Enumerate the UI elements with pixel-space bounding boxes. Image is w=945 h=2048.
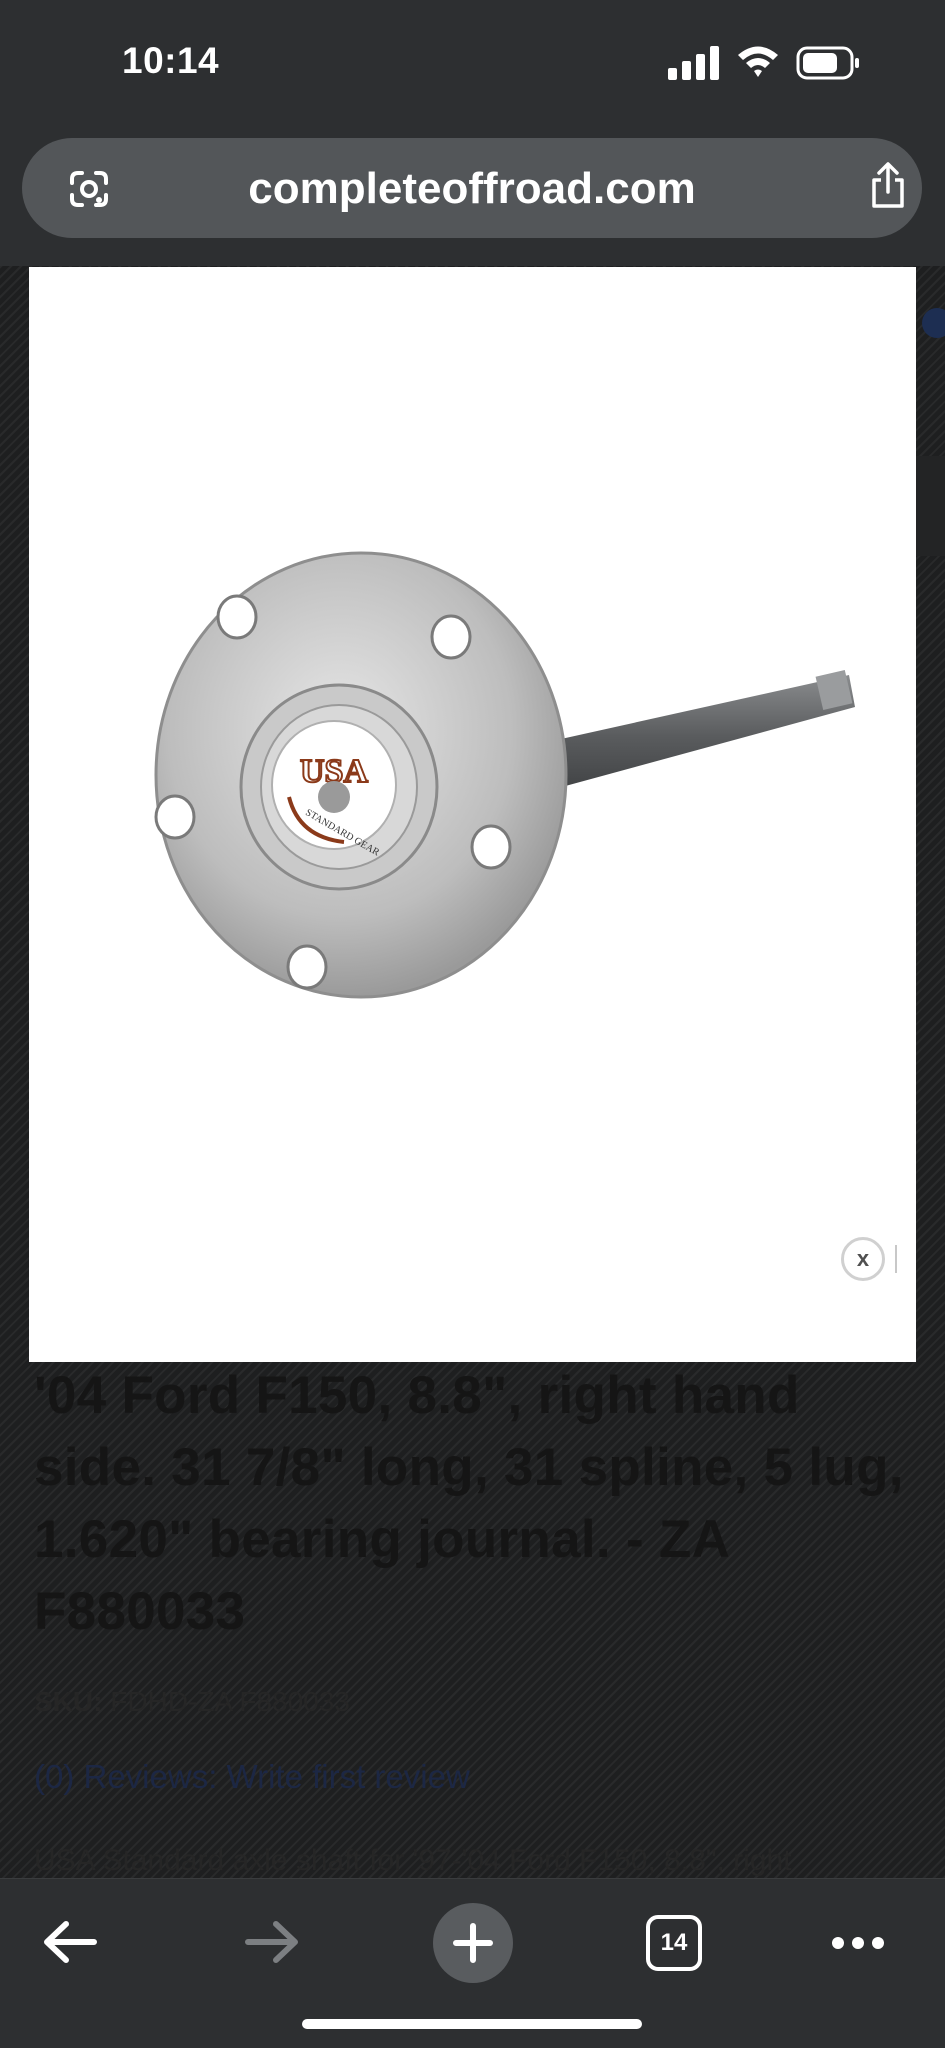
status-bar: 10:14 bbox=[0, 0, 945, 130]
sku-line: SKU: FDHD-ZA F880033 bbox=[34, 1686, 350, 1718]
new-tab-button[interactable] bbox=[433, 1903, 513, 1983]
battery-icon bbox=[796, 46, 859, 80]
back-arrow-icon[interactable] bbox=[42, 1919, 98, 1965]
bottom-toolbar: 14 bbox=[0, 1878, 945, 2048]
close-icon[interactable]: x bbox=[857, 1246, 869, 1272]
address-bar[interactable]: completeoffroad.com bbox=[22, 138, 922, 238]
wifi-icon bbox=[738, 46, 778, 77]
close-button[interactable]: x bbox=[841, 1237, 885, 1281]
product-description: USA Standard axle shaft for '97-'04 Ford… bbox=[34, 1844, 792, 1877]
modal-edge-mark bbox=[895, 1245, 897, 1273]
status-time: 10:14 bbox=[122, 40, 220, 81]
signal-icon bbox=[668, 46, 719, 80]
tabs-icon[interactable]: 14 bbox=[646, 1915, 702, 1971]
sku-label: SKU: bbox=[34, 1686, 103, 1717]
axle-shaft-image: USA STANDARD GEAR bbox=[154, 551, 855, 999]
reviews-link[interactable]: (0) Reviews: Write first review bbox=[34, 1758, 470, 1796]
image-modal: USA STANDARD GEAR x bbox=[29, 267, 916, 1362]
share-icon[interactable] bbox=[868, 162, 908, 210]
forward-arrow-icon[interactable] bbox=[244, 1919, 300, 1965]
url-text[interactable]: completeoffroad.com bbox=[22, 164, 922, 214]
page-header-band bbox=[916, 456, 945, 556]
page-badge bbox=[922, 308, 945, 338]
plus-icon[interactable] bbox=[453, 1923, 493, 1963]
home-indicator bbox=[302, 2019, 642, 2029]
product-title: '04 Ford F150, 8.8", right hand side. 31… bbox=[34, 1366, 904, 1641]
sku-value: FDHD-ZA F880033 bbox=[110, 1686, 350, 1717]
tab-count[interactable]: 14 bbox=[661, 1929, 688, 1957]
more-icon[interactable] bbox=[830, 1933, 886, 1953]
